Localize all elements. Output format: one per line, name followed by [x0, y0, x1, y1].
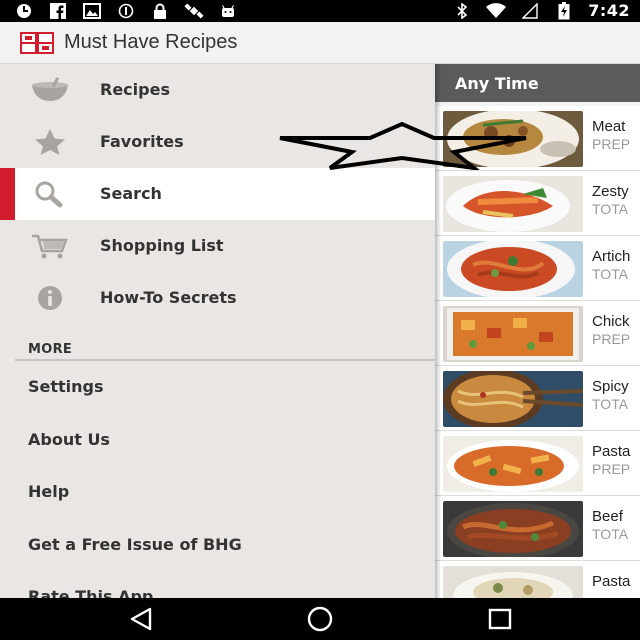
recipe-meta: PREP: [592, 136, 631, 152]
drawer-item-search[interactable]: Search: [0, 168, 435, 220]
more-item-about-us[interactable]: About Us: [28, 430, 110, 449]
more-item-rate-app[interactable]: Rate This App: [28, 587, 153, 598]
search-icon: [30, 179, 70, 209]
recipe-row[interactable]: Pasta PREP: [435, 431, 640, 496]
system-nav-bar: [0, 598, 640, 640]
recipe-meta: TOTA: [592, 526, 629, 542]
recipe-row[interactable]: Pasta: [435, 561, 640, 598]
recipe-meta: TOTA: [592, 266, 629, 282]
divider: [15, 359, 435, 361]
recipe-meta: TOTA: [592, 396, 629, 412]
drawer-item-label: Recipes: [100, 80, 170, 99]
recipe-thumbnail: [443, 501, 583, 557]
lock-icon: [150, 3, 170, 19]
battery-charging-icon: [554, 1, 574, 19]
star-outline-icon: [279, 122, 527, 170]
status-bar: 7:42: [0, 0, 640, 22]
bowl-icon: [30, 75, 70, 105]
recipe-meta: PREP: [592, 331, 631, 347]
app-logo: [20, 32, 54, 54]
recipe-thumbnail: [443, 371, 583, 427]
back-icon[interactable]: [126, 606, 156, 632]
clock-icon: [14, 3, 34, 19]
no-signal-icon: [520, 2, 540, 19]
more-item-free-issue[interactable]: Get a Free Issue of BHG: [28, 535, 242, 554]
recipe-meta: PREP: [592, 461, 631, 477]
recipe-title: Pasta: [592, 443, 631, 460]
cart-icon: [30, 231, 70, 261]
facebook-icon: [48, 3, 68, 19]
drawer-item-recipes[interactable]: Recipes: [0, 64, 435, 116]
home-icon[interactable]: [305, 606, 335, 632]
wifi-icon: [486, 2, 507, 19]
list-header-title: Any Time: [455, 74, 539, 93]
recents-icon[interactable]: [485, 606, 515, 632]
clock-time: 7:42: [588, 1, 630, 20]
recipe-thumbnail: [443, 176, 583, 232]
drawer-item-label: How-To Secrets: [100, 288, 237, 307]
active-indicator: [0, 168, 15, 220]
recipe-meta: TOTA: [592, 201, 629, 217]
sync-icon: [116, 3, 136, 19]
recipe-thumbnail: [443, 241, 583, 297]
drawer-item-label: Shopping List: [100, 236, 224, 255]
recipe-thumbnail: [443, 566, 583, 598]
star-icon: [30, 127, 70, 157]
recipe-title: Spicy: [592, 378, 629, 395]
list-header: Any Time: [435, 64, 640, 102]
recipe-title: Artich: [592, 248, 631, 265]
info-icon: [30, 283, 70, 313]
drawer-item-label: Search: [100, 184, 162, 203]
recipe-title: Meat: [592, 118, 626, 135]
recipe-thumbnail: [443, 436, 583, 492]
app-title: Must Have Recipes: [64, 31, 238, 53]
recipe-title: Chick: [592, 313, 630, 330]
app-bar: Must Have Recipes: [0, 22, 640, 64]
recipe-row[interactable]: Beef TOTA: [435, 496, 640, 561]
recipe-row[interactable]: Artich TOTA: [435, 236, 640, 301]
recipe-title: Beef: [592, 508, 623, 525]
drawer-item-how-to-secrets[interactable]: How-To Secrets: [0, 272, 435, 324]
recipe-title: Zesty: [592, 183, 629, 200]
satellite-icon: [184, 3, 204, 19]
android-icon: [218, 3, 238, 19]
more-item-settings[interactable]: Settings: [28, 377, 104, 396]
bluetooth-icon: [452, 2, 472, 19]
drawer-item-shopping-list[interactable]: Shopping List: [0, 220, 435, 272]
recipe-title: Pasta: [592, 573, 631, 590]
more-item-help[interactable]: Help: [28, 482, 69, 501]
gallery-icon: [82, 3, 102, 19]
drawer-item-label: Favorites: [100, 132, 184, 151]
recipe-thumbnail: [443, 306, 583, 362]
recipe-row[interactable]: Chick PREP: [435, 301, 640, 366]
more-section-header: MORE: [28, 342, 73, 357]
recipe-row[interactable]: Spicy TOTA: [435, 366, 640, 431]
recipe-row[interactable]: Zesty TOTA: [435, 171, 640, 236]
